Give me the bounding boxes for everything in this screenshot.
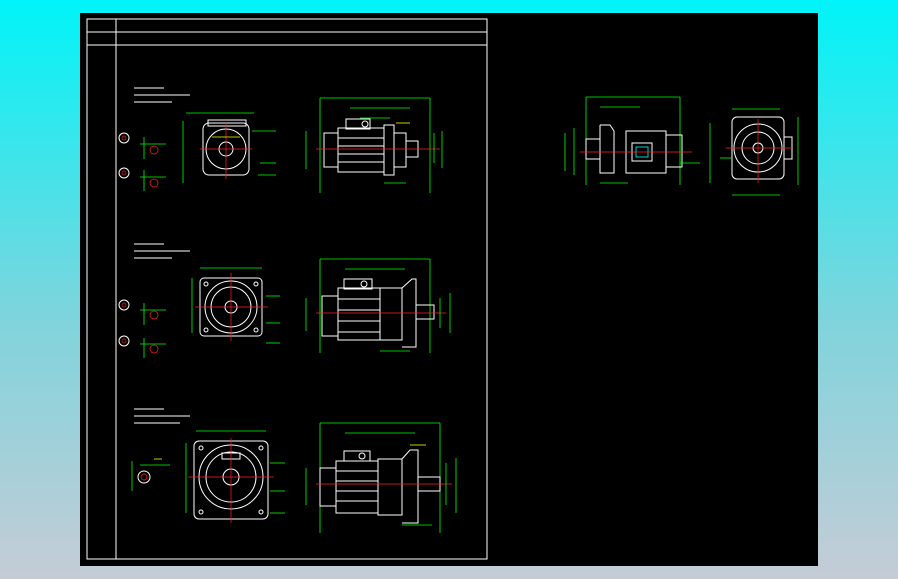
row-3-front-view xyxy=(185,430,285,523)
right-side-view xyxy=(564,96,700,185)
row-1-front-view xyxy=(182,112,276,183)
row-3-side-view xyxy=(305,422,457,533)
row-1-shaft-details xyxy=(118,132,166,191)
cad-drawing xyxy=(86,18,799,560)
row-2-side-view xyxy=(305,258,451,353)
row-1-side-view xyxy=(305,97,443,193)
row-2-front-view xyxy=(191,267,280,344)
row-2-notes xyxy=(134,243,190,259)
row-3-shaft-detail xyxy=(131,458,170,491)
cad-drawing-area[interactable] xyxy=(80,13,818,566)
right-front-view xyxy=(709,108,799,196)
row-2-shaft-details xyxy=(118,299,166,358)
row-1-notes xyxy=(134,87,190,103)
row-3-notes xyxy=(134,408,190,424)
